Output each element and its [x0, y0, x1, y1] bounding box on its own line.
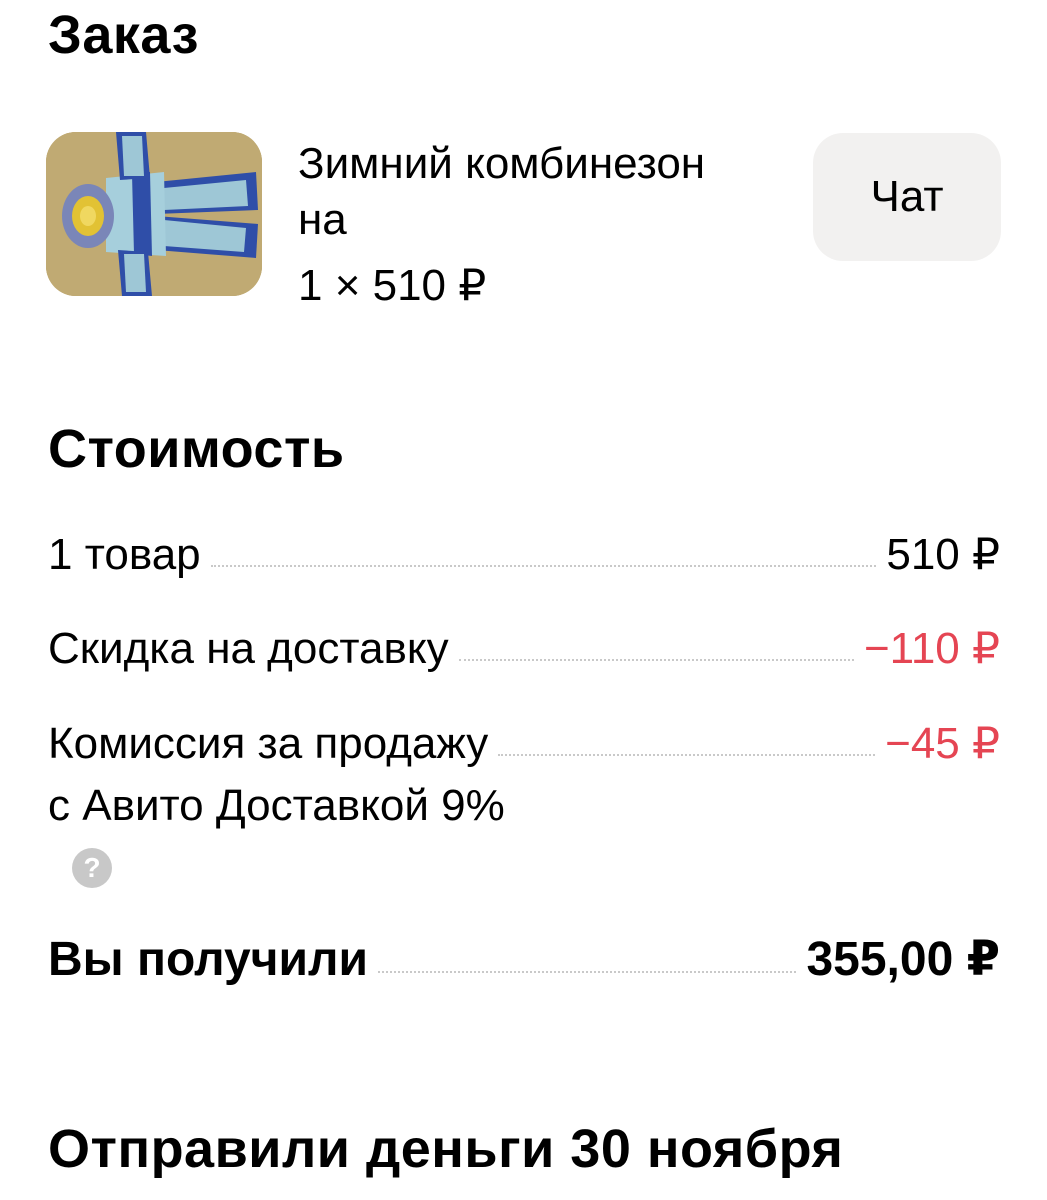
product-title-link[interactable]: Зимний комбинезон на	[298, 136, 738, 248]
payout-heading: Отправили деньги 30 ноября	[48, 1119, 844, 1179]
dotted-leader	[458, 659, 854, 661]
cost-row-commission: Комиссия за продажу −45 ₽	[48, 716, 1000, 772]
cost-row-value: −45 ₽	[885, 719, 1000, 768]
question-circle-icon[interactable]: ?	[72, 848, 112, 888]
cost-row-label-continued: с Авито Доставкой 9%	[48, 781, 505, 830]
total-value: 355,00 ₽	[806, 933, 1000, 986]
dotted-leader	[210, 565, 877, 567]
cost-row-label: Скидка на доставку	[48, 624, 449, 673]
cost-row-items: 1 товар 510 ₽	[48, 527, 1000, 583]
dotted-leader	[498, 754, 876, 756]
product-qty-price: 1 × 510 ₽	[298, 261, 487, 310]
snowsuit-image	[46, 132, 262, 296]
cost-row-delivery-discount: Скидка на доставку −110 ₽	[48, 621, 1000, 677]
total-label: Вы получили	[48, 933, 369, 986]
cost-row-value: 510 ₽	[886, 530, 1000, 579]
cost-row-value: −110 ₽	[863, 624, 1000, 673]
chat-button[interactable]: Чат	[813, 133, 1001, 261]
cost-heading: Стоимость	[48, 419, 345, 479]
cost-row-label: Комиссия за продажу	[48, 719, 489, 768]
product-thumbnail[interactable]	[46, 132, 262, 296]
cost-row-label: 1 товар	[48, 530, 201, 579]
order-heading: Заказ	[48, 5, 199, 65]
dotted-leader	[378, 971, 797, 973]
total-row: Вы получили 355,00 ₽	[48, 930, 1000, 990]
